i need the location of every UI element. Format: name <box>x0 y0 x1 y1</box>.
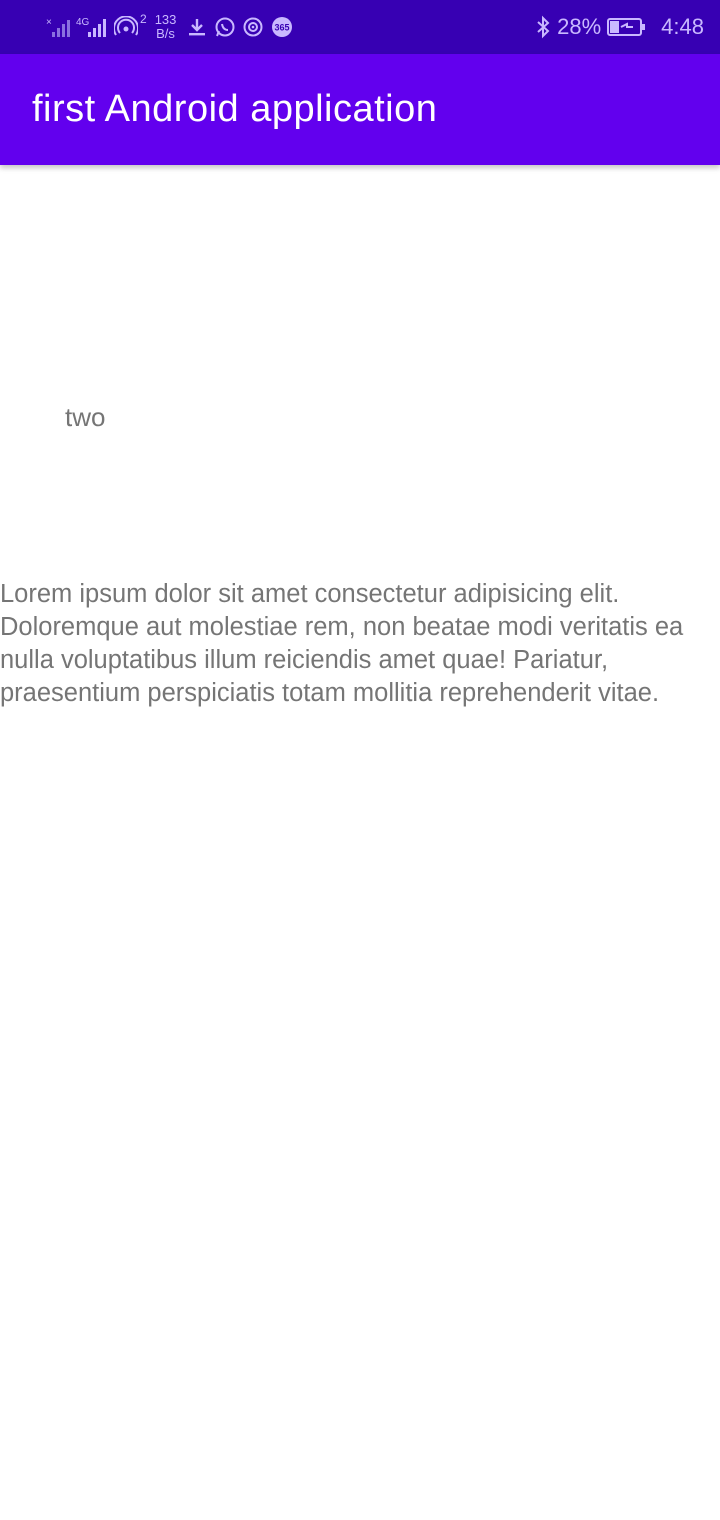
app-bar: first Android application <box>0 54 720 165</box>
hotspot-icon <box>114 16 138 38</box>
body-paragraph: Lorem ipsum dolor sit amet consectetur a… <box>0 580 684 707</box>
cast-icon <box>242 16 264 38</box>
svg-text:365: 365 <box>275 23 290 33</box>
whatsapp-icon <box>214 16 236 38</box>
status-bar: × 4G 2 133 B/s 365 28% 4:48 <box>0 0 720 54</box>
clock: 4:48 <box>661 14 704 39</box>
battery-charging-icon <box>607 16 647 38</box>
hotspot-count: 2 <box>140 12 147 26</box>
network-speed-value: 133 <box>154 12 177 27</box>
svg-text:×: × <box>46 17 52 28</box>
download-icon <box>186 16 208 38</box>
network-speed-unit: B/s <box>156 26 175 41</box>
status-bar-right: 28% 4:48 <box>535 0 704 54</box>
text-label: two <box>65 402 106 432</box>
signal-x-icon: × <box>46 16 70 38</box>
signal-4g-icon: 4G <box>76 16 108 38</box>
app-title: first Android application <box>32 88 438 130</box>
svg-text:4G: 4G <box>76 17 90 28</box>
battery-percent: 28% <box>557 14 602 39</box>
network-speed: 133 B/s <box>155 13 177 41</box>
status-bar-left: × 4G 2 133 B/s 365 <box>46 0 300 54</box>
badge-365-icon: 365 <box>270 16 294 38</box>
bluetooth-icon <box>535 15 551 39</box>
